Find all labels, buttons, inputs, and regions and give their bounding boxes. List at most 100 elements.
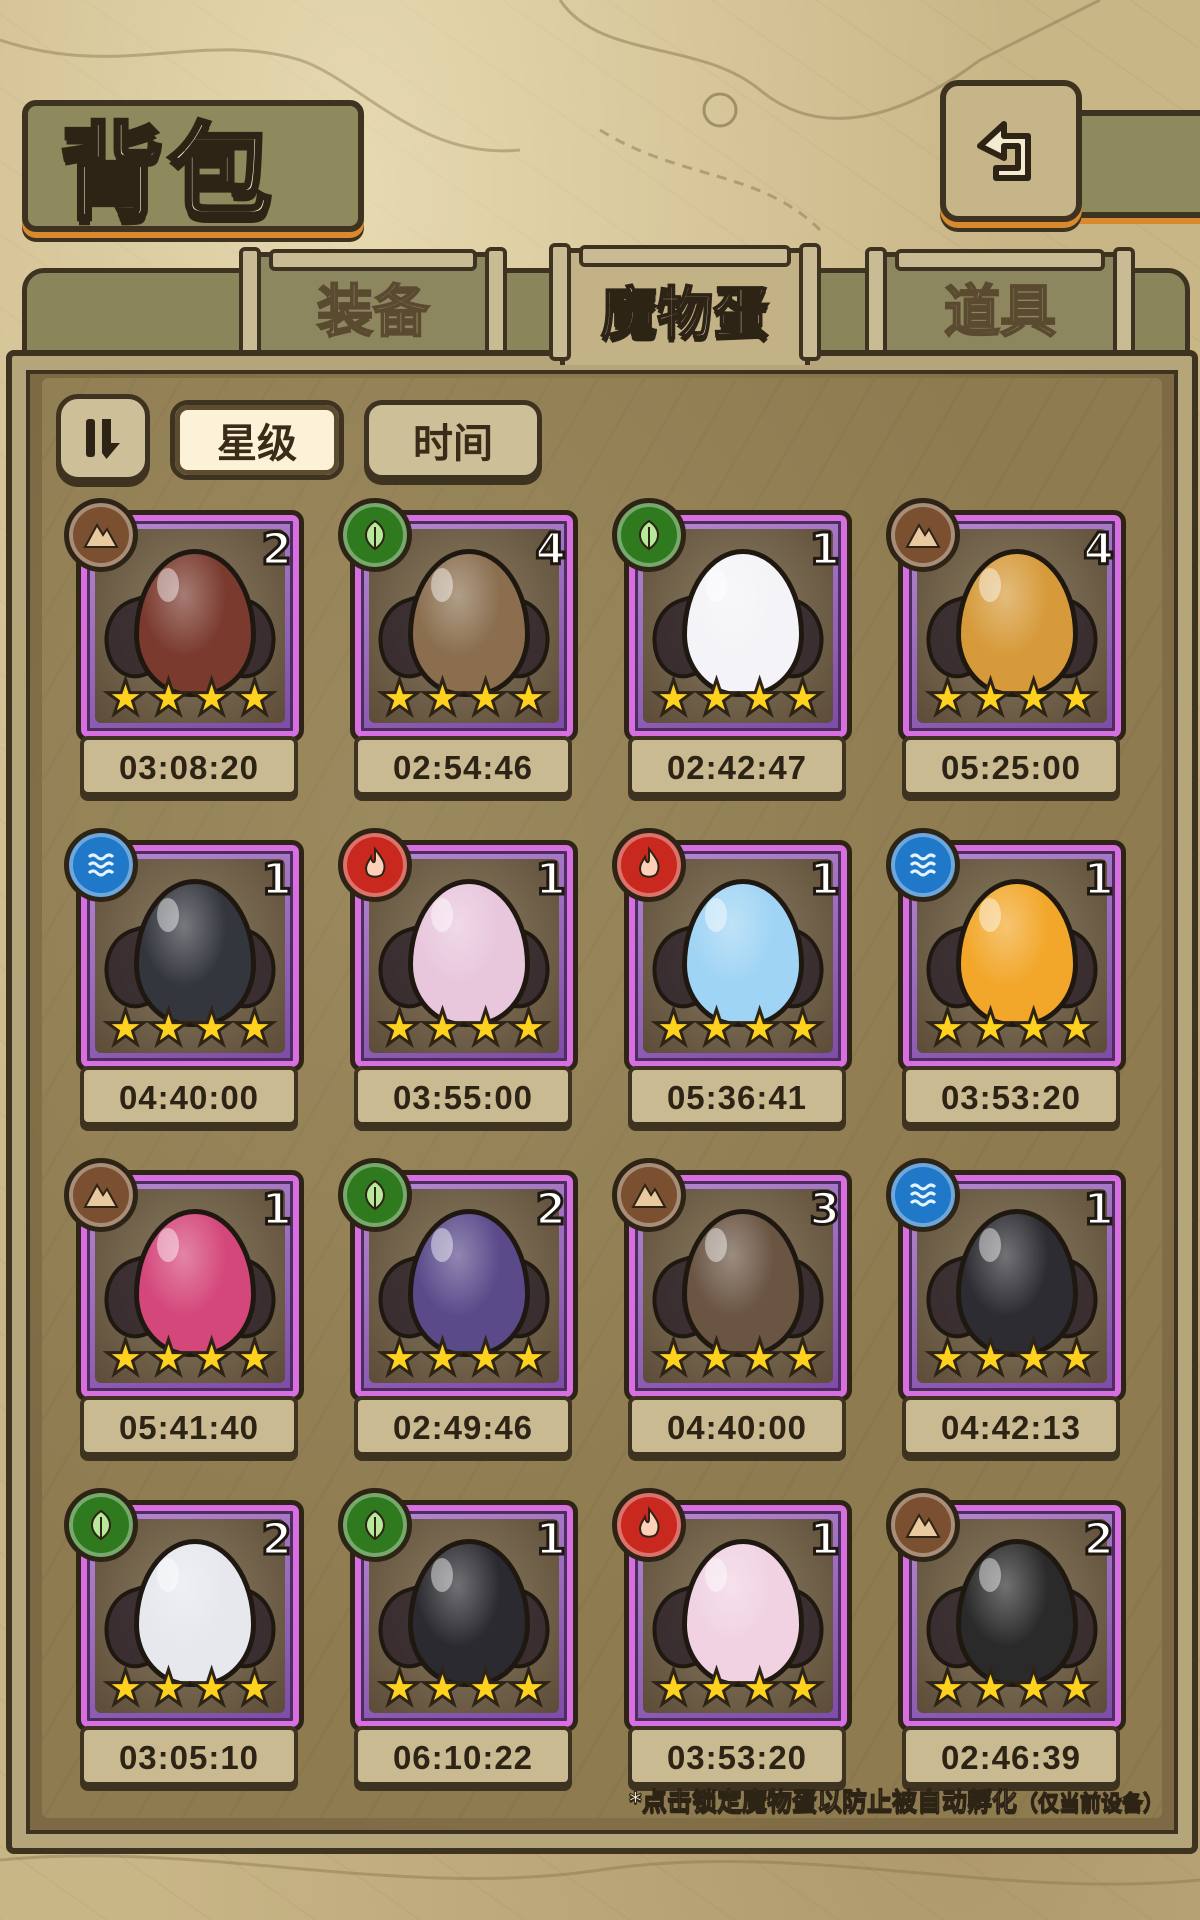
star-icon: ★ — [737, 1330, 783, 1386]
star-icon: ★ — [968, 1660, 1014, 1716]
egg-count: 4 — [1082, 523, 1116, 577]
egg-count: 1 — [260, 853, 294, 907]
star-icon: ★ — [780, 1330, 826, 1386]
star-icon: ★ — [737, 1000, 783, 1056]
egg-card[interactable]: 1 ★ ★ ★ ★ 04:40:00 — [64, 828, 304, 1132]
star-icon: ★ — [463, 1000, 509, 1056]
star-icon: ★ — [694, 1660, 740, 1716]
sort-direction-icon — [86, 419, 120, 459]
star-rating: ★ ★ ★ ★ — [376, 1000, 551, 1056]
earth-element-icon — [886, 1488, 960, 1562]
egg-count: 1 — [808, 853, 842, 907]
egg-card[interactable]: 1 ★ ★ ★ ★ 03:55:00 — [338, 828, 578, 1132]
nature-element-icon — [338, 1158, 412, 1232]
star-icon: ★ — [232, 670, 278, 726]
egg-count: 2 — [260, 523, 294, 577]
star-icon: ★ — [420, 1000, 466, 1056]
egg-card[interactable]: 1 ★ ★ ★ ★ 06:10:22 — [338, 1488, 578, 1792]
hatch-timer: 05:25:00 — [902, 736, 1120, 796]
star-icon: ★ — [737, 670, 783, 726]
star-icon: ★ — [650, 1660, 696, 1716]
star-rating: ★ ★ ★ ★ — [376, 670, 551, 726]
hatch-timer: 02:49:46 — [354, 1396, 572, 1456]
star-icon: ★ — [463, 1330, 509, 1386]
hatch-timer: 04:40:00 — [80, 1066, 298, 1126]
sort-by-star-button[interactable]: 星级 — [170, 400, 344, 480]
star-icon: ★ — [102, 1000, 148, 1056]
egg-grid: 2 ★ ★ ★ ★ 03:08:20 4 ★ ★ ★ ★ 02:54:46 1 ★ ★ ★ ★ 02:42:47 4… — [64, 498, 1130, 1786]
fire-element-icon — [338, 828, 412, 902]
water-element-icon — [886, 1158, 960, 1232]
star-icon: ★ — [146, 1660, 192, 1716]
star-icon: ★ — [780, 670, 826, 726]
star-rating: ★ ★ ★ ★ — [376, 1330, 551, 1386]
egg-card[interactable]: 1 ★ ★ ★ ★ 04:42:13 — [886, 1158, 1126, 1462]
tab-items-label: 道具 — [943, 278, 1057, 346]
egg-card[interactable]: 4 ★ ★ ★ ★ 05:25:00 — [886, 498, 1126, 802]
star-rating: ★ ★ ★ ★ — [102, 670, 277, 726]
fire-element-icon — [612, 828, 686, 902]
hatch-timer: 03:53:20 — [628, 1726, 846, 1786]
star-icon: ★ — [924, 670, 970, 726]
egg-card[interactable]: 2 ★ ★ ★ ★ 02:46:39 — [886, 1488, 1126, 1792]
tab-monster-eggs[interactable]: 魔物蛋 — [549, 243, 821, 365]
star-icon: ★ — [694, 670, 740, 726]
egg-card[interactable]: 2 ★ ★ ★ ★ 03:05:10 — [64, 1488, 304, 1792]
tab-items[interactable]: 道具 — [865, 247, 1135, 365]
egg-count: 1 — [1082, 1183, 1116, 1237]
egg-card[interactable]: 2 ★ ★ ★ ★ 03:08:20 — [64, 498, 304, 802]
egg-card[interactable]: 1 ★ ★ ★ ★ 02:42:47 — [612, 498, 852, 802]
star-icon: ★ — [189, 670, 235, 726]
star-icon: ★ — [102, 670, 148, 726]
star-icon: ★ — [780, 1660, 826, 1716]
star-icon: ★ — [146, 1330, 192, 1386]
back-button[interactable] — [940, 80, 1082, 222]
hatch-timer: 06:10:22 — [354, 1726, 572, 1786]
sort-order-toggle[interactable] — [56, 394, 150, 482]
tab-equipment[interactable]: 装备 — [239, 247, 507, 365]
hatch-timer: 03:08:20 — [80, 736, 298, 796]
page-title: 背包 — [58, 109, 277, 236]
egg-count: 3 — [808, 1183, 842, 1237]
star-icon: ★ — [968, 1330, 1014, 1386]
egg-card[interactable]: 1 ★ ★ ★ ★ 03:53:20 — [886, 828, 1126, 1132]
egg-count: 1 — [1082, 853, 1116, 907]
egg-card[interactable]: 1 ★ ★ ★ ★ 05:41:40 — [64, 1158, 304, 1462]
egg-card[interactable]: 4 ★ ★ ★ ★ 02:54:46 — [338, 498, 578, 802]
sort-by-time-button[interactable]: 时间 — [364, 400, 542, 480]
star-icon: ★ — [376, 1660, 422, 1716]
star-icon: ★ — [924, 1330, 970, 1386]
star-icon: ★ — [506, 1000, 552, 1056]
star-icon: ★ — [506, 1330, 552, 1386]
star-rating: ★ ★ ★ ★ — [650, 1000, 825, 1056]
star-icon: ★ — [376, 1330, 422, 1386]
star-icon: ★ — [650, 1000, 696, 1056]
egg-count: 4 — [534, 523, 568, 577]
egg-card[interactable]: 3 ★ ★ ★ ★ 04:40:00 — [612, 1158, 852, 1462]
star-icon: ★ — [968, 1000, 1014, 1056]
star-rating: ★ ★ ★ ★ — [650, 1330, 825, 1386]
nature-element-icon — [338, 1488, 412, 1562]
star-icon: ★ — [146, 670, 192, 726]
star-icon: ★ — [189, 1330, 235, 1386]
star-rating: ★ ★ ★ ★ — [650, 1660, 825, 1716]
egg-card[interactable]: 1 ★ ★ ★ ★ 05:36:41 — [612, 828, 852, 1132]
star-rating: ★ ★ ★ ★ — [376, 1660, 551, 1716]
egg-card[interactable]: 1 ★ ★ ★ ★ 03:53:20 — [612, 1488, 852, 1792]
egg-count: 1 — [808, 1513, 842, 1567]
hatch-timer: 03:55:00 — [354, 1066, 572, 1126]
lock-hint-main: *点击锁定魔物蛋以防止被自动孵化 — [628, 1787, 1017, 1817]
hatch-timer: 04:40:00 — [628, 1396, 846, 1456]
star-icon: ★ — [232, 1000, 278, 1056]
star-icon: ★ — [694, 1330, 740, 1386]
star-icon: ★ — [1011, 1000, 1057, 1056]
egg-card[interactable]: 2 ★ ★ ★ ★ 02:49:46 — [338, 1158, 578, 1462]
earth-element-icon — [612, 1158, 686, 1232]
star-icon: ★ — [146, 1000, 192, 1056]
star-icon: ★ — [232, 1330, 278, 1386]
star-icon: ★ — [420, 1660, 466, 1716]
hatch-timer: 03:05:10 — [80, 1726, 298, 1786]
star-icon: ★ — [924, 1000, 970, 1056]
nature-element-icon — [612, 498, 686, 572]
star-icon: ★ — [463, 670, 509, 726]
